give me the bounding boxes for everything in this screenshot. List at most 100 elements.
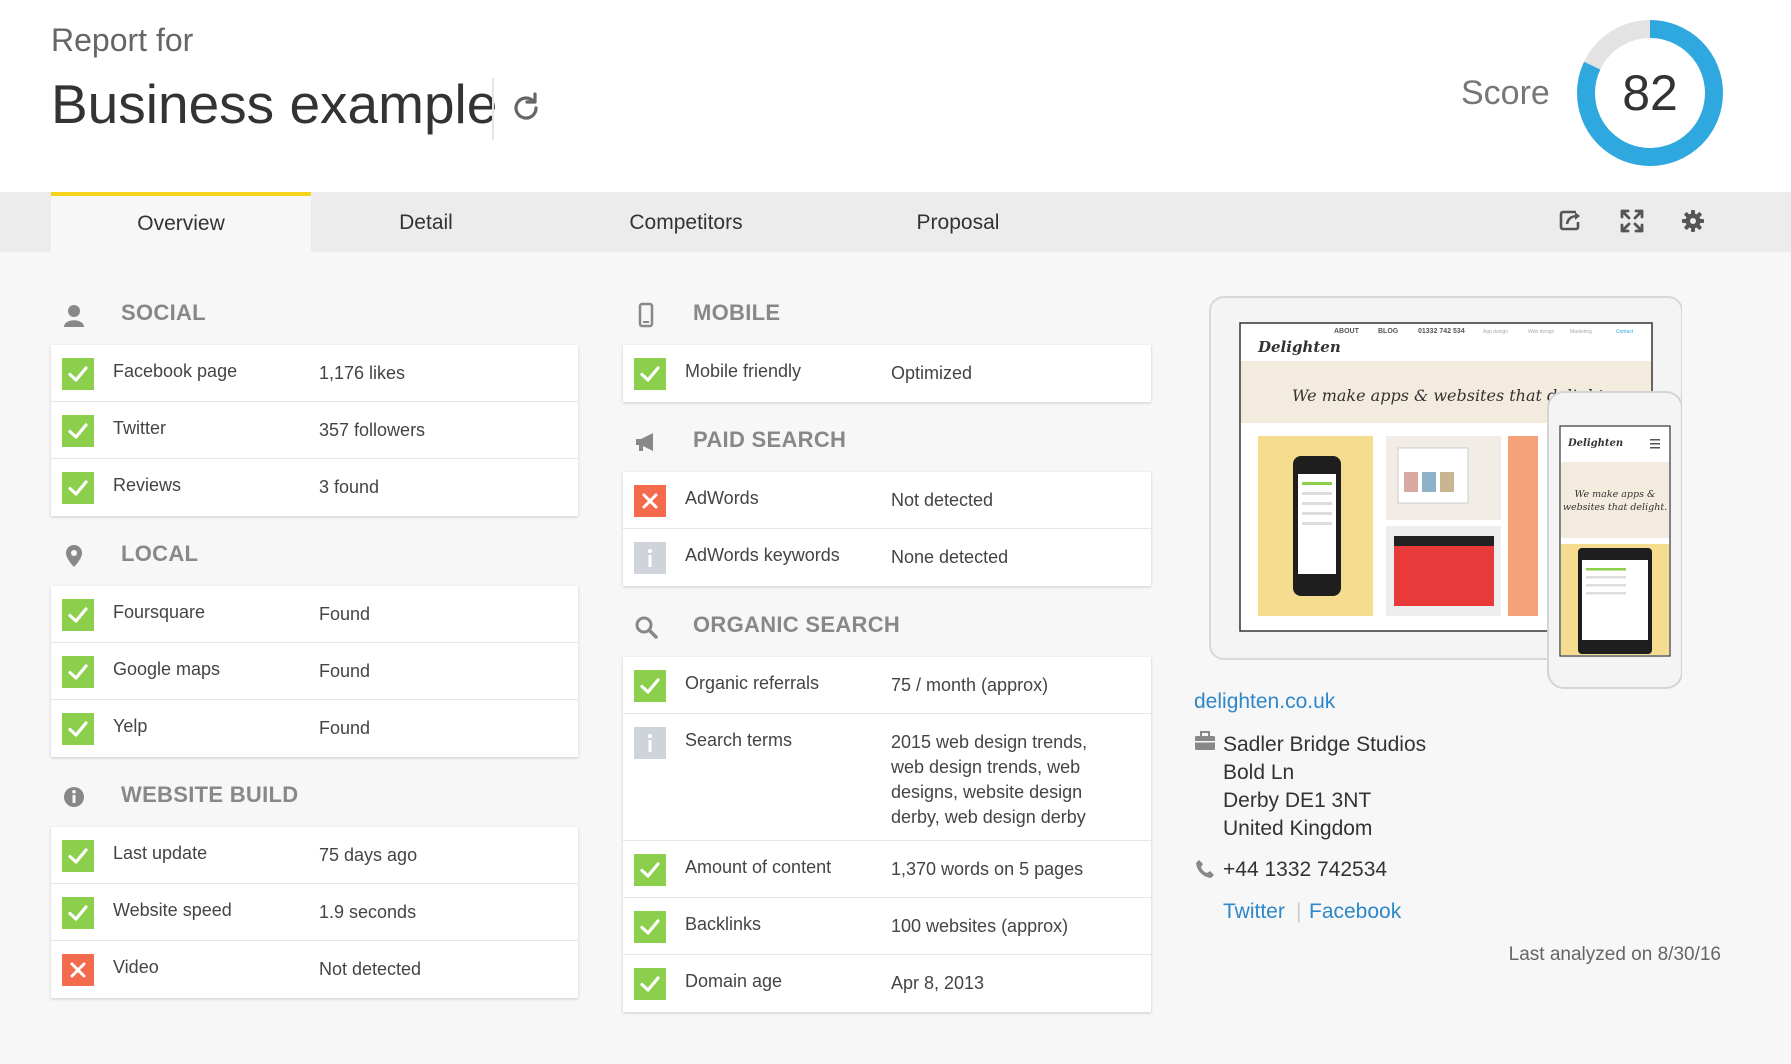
row-label: Domain age [685, 971, 783, 991]
list-item: Foursquare Found [51, 586, 578, 643]
preview-nav-item: Web design [1528, 329, 1555, 335]
twitter-link[interactable]: Twitter [1223, 900, 1285, 924]
cross-icon [634, 485, 666, 517]
check-icon [62, 840, 94, 872]
business-address: Sadler Bridge Studios Bold Ln Derby DE1 … [1223, 731, 1426, 843]
link-separator: | [1296, 900, 1302, 923]
preview-nav-item: App design [1483, 329, 1508, 335]
row-label: Facebook page [113, 361, 238, 381]
website-link[interactable]: delighten.co.uk [1194, 690, 1335, 714]
map-pin-icon [66, 545, 82, 567]
address-line: Sadler Bridge Studios [1223, 733, 1427, 756]
row-value: Not detected [319, 959, 422, 979]
organic-search-card: Organic referrals 75 / month (approx) Se… [623, 657, 1151, 1012]
row-value: 75 / month (approx) [891, 675, 1049, 695]
list-item: Google maps Found [51, 643, 578, 700]
section-mobile-header: MOBILE [623, 298, 1151, 338]
list-item: Organic referrals 75 / month (approx) [623, 657, 1151, 714]
row-value: Not detected [891, 490, 994, 510]
local-card: Foursquare Found Google maps Found Yelp … [51, 586, 578, 757]
row-label: Twitter [113, 418, 167, 438]
row-value: None detected [891, 547, 1009, 567]
row-value: 2015 web design trends, web design trend… [891, 732, 1088, 827]
row-value: 357 followers [319, 420, 426, 440]
section-title: PAID SEARCH [693, 427, 847, 452]
row-label: Foursquare [113, 602, 206, 622]
list-item: AdWords Not detected [623, 472, 1151, 529]
website-build-card: Last update 75 days ago Website speed 1.… [51, 827, 578, 998]
list-item: Website speed 1.9 seconds [51, 884, 578, 941]
tab-bar: Overview Detail Competitors Proposal [0, 192, 1791, 252]
preview-nav-item: Marketing [1570, 329, 1592, 335]
row-value: Apr 8, 2013 [891, 973, 985, 993]
paid-search-card: AdWords Not detected AdWords keywords No… [623, 472, 1151, 586]
section-title: LOCAL [121, 541, 199, 566]
megaphone-icon [636, 433, 653, 451]
row-value: 1.9 seconds [319, 902, 417, 922]
facebook-link[interactable]: Facebook [1309, 900, 1401, 924]
title-divider [492, 78, 494, 140]
info-icon [64, 787, 84, 807]
row-label: Amount of content [685, 857, 832, 877]
expand-icon[interactable] [1617, 206, 1647, 236]
address-line: Bold Ln [1223, 761, 1295, 784]
row-label: Google maps [113, 659, 221, 679]
section-organic-search-header: ORGANIC SEARCH [623, 610, 1151, 650]
check-icon [62, 656, 94, 688]
gear-icon[interactable] [1678, 206, 1708, 236]
row-value: 1,370 words on 5 pages [891, 859, 1084, 879]
row-label: Last update [113, 843, 208, 863]
person-icon [64, 305, 84, 327]
preview-nav-item: ABOUT [1334, 328, 1360, 335]
preview-nav-item: Contact [1616, 329, 1634, 335]
tab-competitors[interactable]: Competitors [571, 192, 801, 252]
row-label: Backlinks [685, 914, 762, 934]
row-value: 75 days ago [319, 845, 418, 865]
row-label: Website speed [113, 900, 232, 920]
section-title: SOCIAL [121, 300, 206, 325]
tab-overview[interactable]: Overview [51, 192, 311, 252]
section-title: ORGANIC SEARCH [693, 612, 901, 637]
list-item: Yelp Found [51, 700, 578, 757]
share-icon[interactable] [1556, 206, 1586, 236]
check-icon [62, 415, 94, 447]
row-label: Video [113, 957, 159, 977]
refresh-icon[interactable] [508, 90, 544, 126]
preview-nav-item: 01332 742 534 [1418, 328, 1465, 335]
row-value: Found [319, 604, 371, 624]
list-item: Last update 75 days ago [51, 827, 578, 884]
row-label: AdWords keywords [685, 545, 840, 565]
row-value: 1,176 likes [319, 363, 406, 383]
row-label: AdWords [685, 488, 759, 508]
check-icon [62, 599, 94, 631]
list-item: Mobile friendly Optimized [623, 345, 1151, 402]
page-title: Business example [51, 73, 498, 135]
section-paid-search-header: PAID SEARCH [623, 425, 1151, 465]
section-social-header: SOCIAL [51, 298, 578, 338]
preview-nav-item: BLOG [1378, 328, 1399, 335]
row-label: Search terms [685, 730, 793, 750]
check-icon [634, 911, 666, 943]
check-icon [62, 472, 94, 504]
search-icon [635, 616, 658, 639]
cross-icon [62, 954, 94, 986]
tab-proposal[interactable]: Proposal [843, 192, 1073, 252]
preview-mobile-headline: We make apps & [1575, 489, 1656, 500]
row-label: Reviews [113, 475, 182, 495]
preview-mobile-headline: websites that delight. [1563, 502, 1667, 513]
list-item: Facebook page 1,176 likes [51, 345, 578, 402]
website-preview: Delighten ABOUT BLOG 01332 742 534 App d… [1209, 296, 1682, 689]
address-line: Derby DE1 3NT [1223, 789, 1372, 812]
row-label: Organic referrals [685, 673, 820, 693]
list-item: Search terms 2015 web design trends, web… [623, 714, 1151, 841]
tab-detail[interactable]: Detail [311, 192, 541, 252]
preview-mobile-logo: Delighten [1567, 438, 1623, 449]
briefcase-icon [1195, 731, 1215, 750]
row-value: Optimized [891, 363, 973, 383]
phone-number[interactable]: +44 1332 742534 [1223, 858, 1387, 882]
section-website-build-header: WEBSITE BUILD [51, 780, 578, 820]
row-label: Yelp [113, 716, 148, 736]
list-item: Domain age Apr 8, 2013 [623, 955, 1151, 1012]
section-title: MOBILE [693, 300, 781, 325]
check-icon [634, 670, 666, 702]
